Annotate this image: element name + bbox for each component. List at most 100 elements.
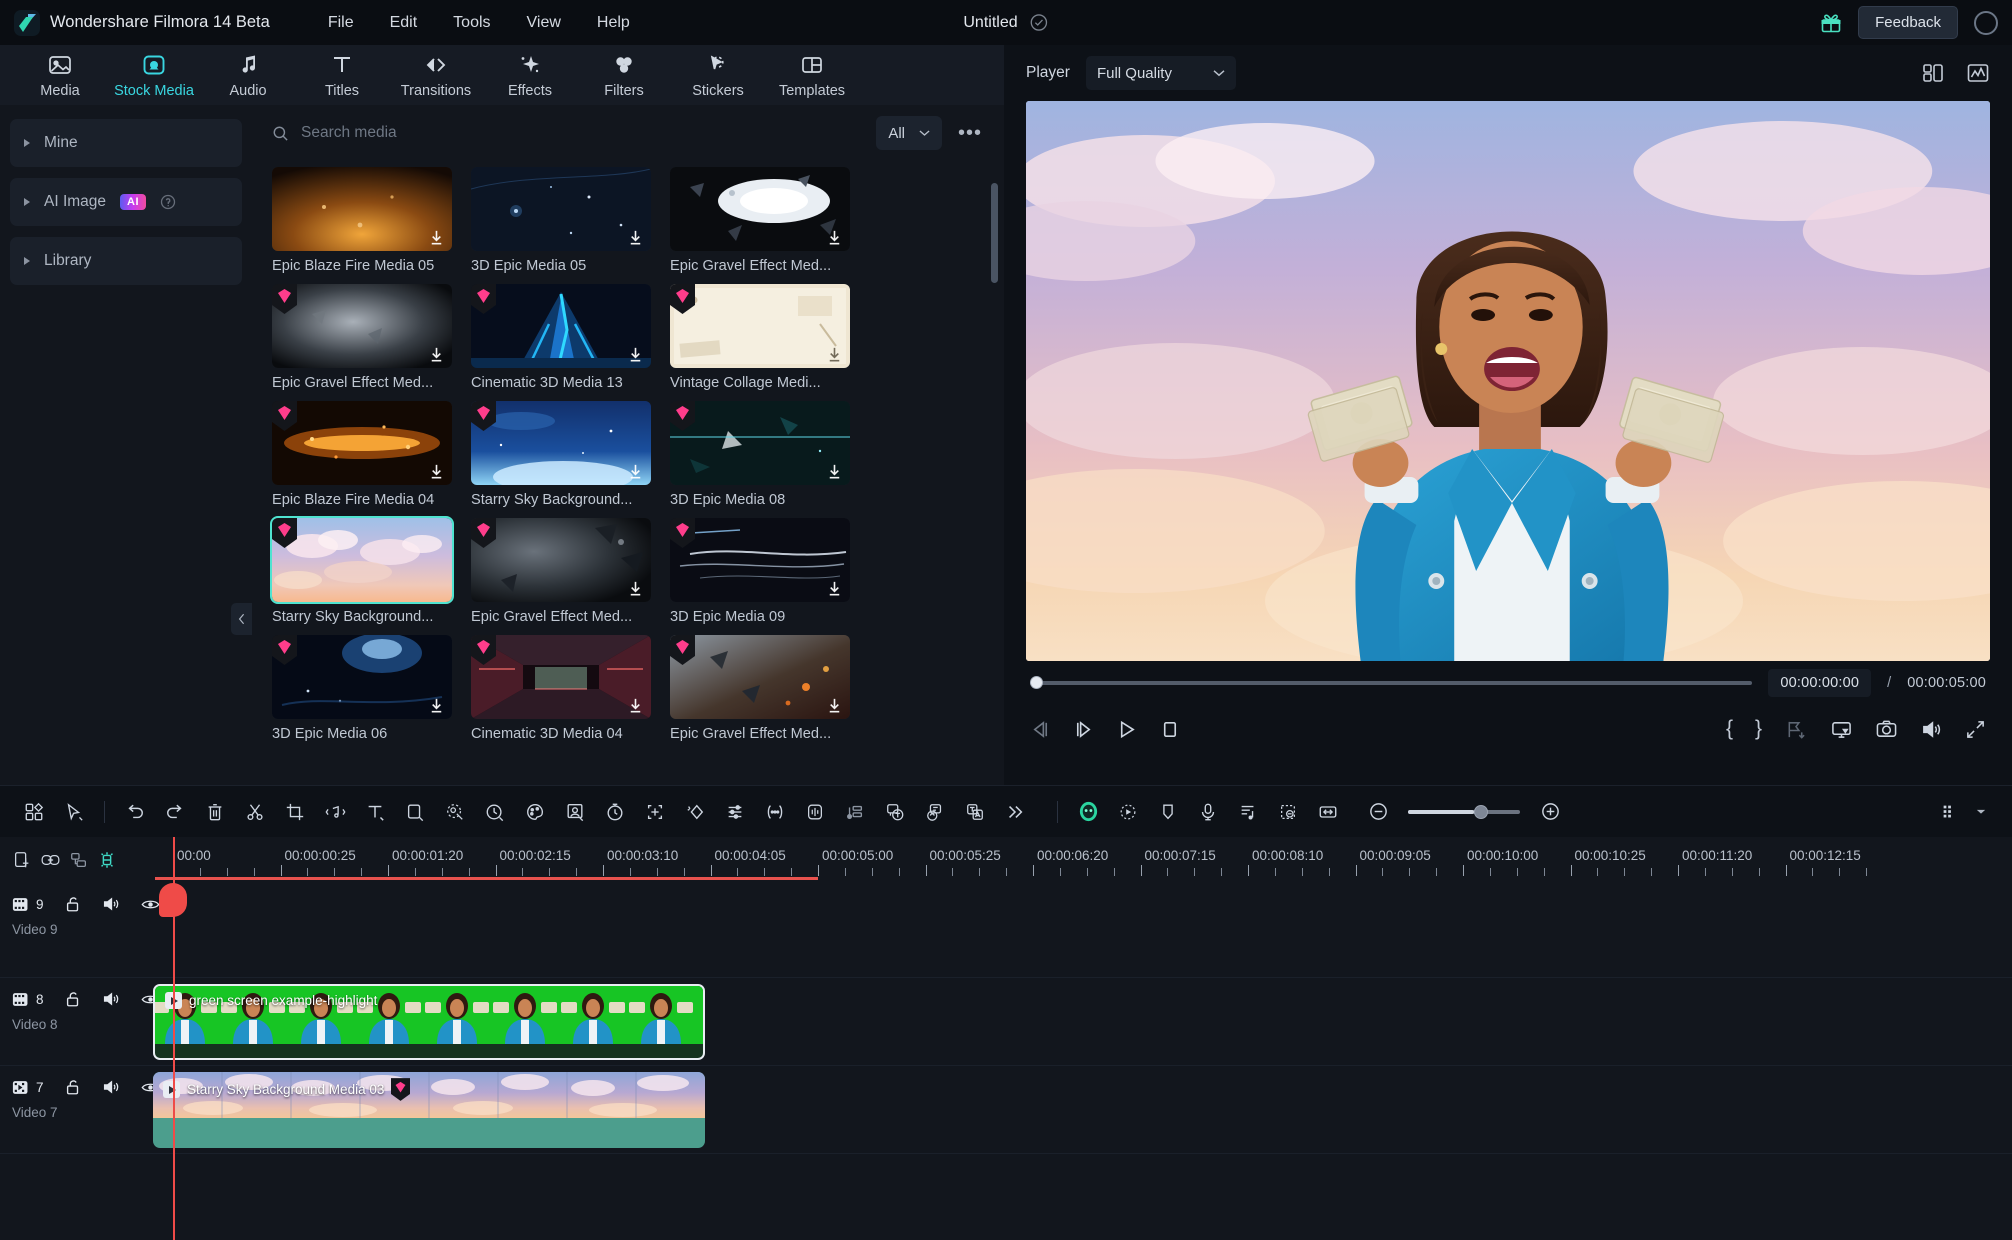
tab-stock-media[interactable]: Stock Media	[108, 48, 200, 103]
marker-icon[interactable]	[1784, 719, 1808, 740]
download-icon[interactable]	[427, 228, 446, 247]
download-icon[interactable]	[427, 462, 446, 481]
download-icon[interactable]	[427, 696, 446, 715]
tab-titles[interactable]: Titles	[296, 48, 388, 103]
media-card[interactable]: Cinematic 3D Media 04	[471, 635, 651, 742]
account-avatar-icon[interactable]	[1974, 10, 1998, 35]
media-card[interactable]: Starry Sky Background...	[471, 401, 651, 508]
media-card-selected[interactable]: Starry Sky Background...	[270, 516, 454, 625]
link-clips-icon[interactable]	[40, 850, 61, 870]
check-circle-icon[interactable]	[1030, 13, 1049, 32]
auto-translate-icon[interactable]	[955, 792, 995, 832]
video-preview[interactable]	[1026, 101, 1990, 661]
more-options-button[interactable]: •••	[954, 122, 986, 145]
import-media-icon[interactable]	[12, 850, 32, 870]
sidebar-collapse-button[interactable]	[231, 603, 253, 635]
timeline-zoom-slider[interactable]	[1408, 804, 1520, 819]
auto-reframe-icon[interactable]	[635, 792, 675, 832]
media-thumbnail[interactable]	[670, 284, 850, 368]
mark-out-button[interactable]: }	[1755, 717, 1762, 741]
tab-filters[interactable]: Filters	[578, 48, 670, 103]
media-thumbnail[interactable]	[670, 401, 850, 485]
select-cursor-icon[interactable]	[54, 792, 94, 832]
seek-bar[interactable]	[1030, 676, 1753, 689]
more-chevrons-icon[interactable]	[995, 792, 1035, 832]
detach-audio-icon[interactable]	[315, 792, 355, 832]
fullscreen-icon[interactable]	[1965, 719, 1986, 740]
tab-templates[interactable]: Templates	[766, 48, 858, 103]
feedback-button[interactable]: Feedback	[1858, 6, 1958, 39]
fit-timeline-icon[interactable]	[1308, 792, 1348, 832]
media-card[interactable]: 3D Epic Media 09	[670, 518, 850, 625]
shape-icon[interactable]	[395, 792, 435, 832]
prev-frame-button[interactable]	[1030, 719, 1051, 740]
unlock-icon[interactable]	[64, 1078, 82, 1096]
track-body[interactable]	[155, 883, 2012, 977]
keyframe-icon[interactable]	[675, 792, 715, 832]
audio-mixer-icon[interactable]	[1228, 792, 1268, 832]
media-card[interactable]: Epic Gravel Effect Med...	[272, 284, 452, 391]
download-icon[interactable]	[626, 228, 645, 247]
camera-icon[interactable]	[1875, 719, 1898, 740]
media-card[interactable]: 3D Epic Media 08	[670, 401, 850, 508]
download-icon[interactable]	[825, 462, 844, 481]
cast-screen-icon[interactable]	[1830, 719, 1853, 740]
media-thumbnail[interactable]	[471, 635, 651, 719]
track-body[interactable]: green screen example-highlight	[153, 978, 2012, 1065]
group-icon[interactable]	[69, 850, 89, 870]
motion-tracking-icon[interactable]	[755, 792, 795, 832]
current-timecode[interactable]: 00:00:00:00	[1768, 669, 1872, 697]
media-card[interactable]: Epic Blaze Fire Media 04	[272, 401, 452, 508]
tab-media[interactable]: Media	[14, 48, 106, 103]
media-card[interactable]: Epic Gravel Effect Med...	[670, 635, 850, 742]
download-icon[interactable]	[626, 345, 645, 364]
download-icon[interactable]	[626, 462, 645, 481]
playhead-grip[interactable]	[159, 883, 187, 917]
media-thumbnail[interactable]	[670, 635, 850, 719]
tab-stickers[interactable]: Stickers	[672, 48, 764, 103]
media-thumbnail[interactable]	[471, 167, 651, 251]
media-card[interactable]: Epic Gravel Effect Med...	[471, 518, 651, 625]
track-body[interactable]: Starry Sky Background Media 03	[153, 1066, 2012, 1153]
adjust-sliders-icon[interactable]	[715, 792, 755, 832]
download-icon[interactable]	[825, 228, 844, 247]
unlock-icon[interactable]	[64, 990, 82, 1008]
media-card[interactable]: Epic Gravel Effect Med...	[670, 167, 850, 274]
menu-file[interactable]: File	[310, 9, 372, 37]
timeline-clip-greenscreen[interactable]: green screen example-highlight	[153, 984, 705, 1060]
gift-icon[interactable]	[1820, 12, 1842, 34]
audio-beat-icon[interactable]	[835, 792, 875, 832]
audio-wave-icon[interactable]	[795, 792, 835, 832]
next-frame-button[interactable]	[1073, 719, 1094, 740]
ai-effects-icon[interactable]	[1108, 792, 1148, 832]
play-button[interactable]	[1116, 719, 1137, 740]
mark-in-button[interactable]: {	[1726, 717, 1733, 741]
zoom-in-button[interactable]	[1530, 792, 1570, 832]
snapshot-record-icon[interactable]	[1268, 792, 1308, 832]
text-to-speech-icon[interactable]	[875, 792, 915, 832]
speed-icon[interactable]	[475, 792, 515, 832]
mask-icon[interactable]	[435, 792, 475, 832]
track-mute-speaker-icon[interactable]	[102, 895, 121, 913]
quality-select[interactable]: Full Quality	[1085, 56, 1236, 90]
media-card[interactable]: Epic Blaze Fire Media 05	[272, 167, 452, 274]
media-thumbnail[interactable]	[670, 518, 850, 602]
search-input[interactable]	[301, 124, 865, 142]
green-screen-icon[interactable]	[555, 792, 595, 832]
media-card[interactable]: Vintage Collage Medi...	[670, 284, 850, 391]
timeline-playhead[interactable]	[159, 837, 187, 1240]
media-card[interactable]: 3D Epic Media 06	[272, 635, 452, 742]
stopwatch-icon[interactable]	[595, 792, 635, 832]
marker-add-icon[interactable]	[97, 850, 117, 870]
menu-edit[interactable]: Edit	[372, 9, 436, 37]
unlock-icon[interactable]	[64, 895, 82, 913]
media-thumbnail[interactable]	[272, 167, 452, 251]
media-thumbnail[interactable]	[471, 518, 651, 602]
delete-trash-icon[interactable]	[195, 792, 235, 832]
color-palette-icon[interactable]	[515, 792, 555, 832]
media-filter-select[interactable]: All	[876, 116, 942, 150]
media-thumbnail[interactable]	[272, 284, 452, 368]
menu-tools[interactable]: Tools	[435, 9, 508, 37]
track-mute-speaker-icon[interactable]	[102, 990, 121, 1008]
search-box[interactable]	[272, 124, 865, 142]
